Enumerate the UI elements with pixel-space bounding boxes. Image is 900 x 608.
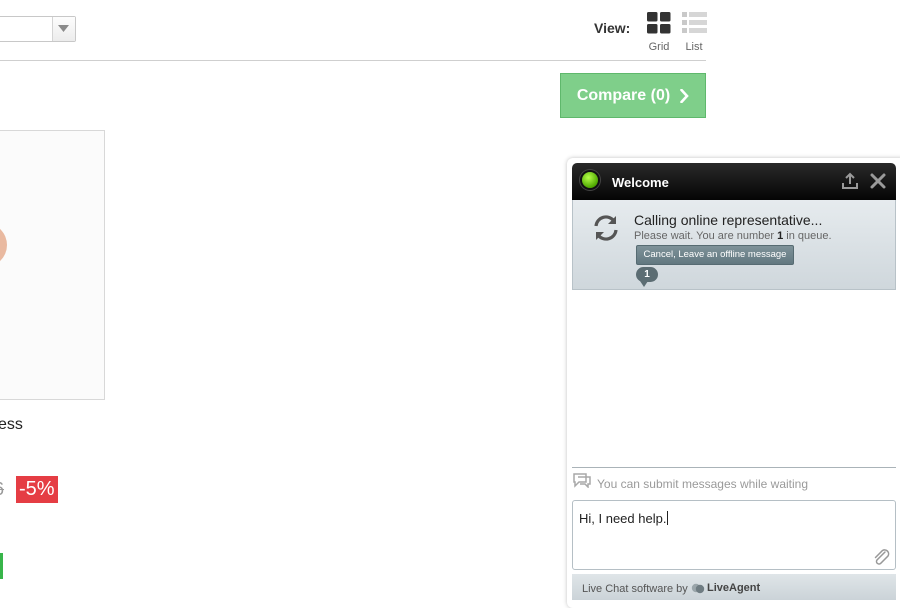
- text-caret: [667, 511, 669, 525]
- chat-message-value: Hi, I need help.: [579, 511, 667, 526]
- footer-text: Live Chat software by: [582, 583, 688, 595]
- grid-view-button[interactable]: Grid: [642, 12, 676, 53]
- chat-message-input[interactable]: Hi, I need help.: [572, 500, 896, 570]
- product-photo: [0, 223, 7, 267]
- sort-select[interactable]: [0, 16, 76, 42]
- queue-position-text: Please wait. You are number 1 in queue.: [634, 230, 832, 242]
- brand-name: LiveAgent: [707, 582, 761, 594]
- paperclip-icon[interactable]: [873, 549, 891, 567]
- queue-status-panel: Calling online representative... Please …: [572, 200, 896, 290]
- liveagent-brand[interactable]: LiveAgent: [691, 582, 760, 594]
- list-view-label: List: [685, 41, 703, 53]
- cancel-offline-message-button[interactable]: Cancel, Leave an offline message: [636, 245, 794, 265]
- message-count-badge: 1: [636, 267, 658, 287]
- compare-button[interactable]: Compare (0): [560, 73, 706, 118]
- chat-divider: [572, 467, 896, 468]
- chat-title: Welcome: [612, 175, 669, 190]
- grid-view-label: Grid: [648, 41, 670, 53]
- waiting-hint-text: You can submit messages while waiting: [597, 477, 809, 491]
- chat-header: Welcome: [572, 163, 896, 200]
- chat-footer: Live Chat software by LiveAgent: [572, 574, 896, 600]
- refresh-icon: [594, 215, 618, 241]
- compare-label: Compare (0): [576, 86, 671, 104]
- chevron-down-icon[interactable]: [52, 17, 75, 41]
- list-icon: [681, 12, 707, 33]
- discount-badge: -5%: [16, 476, 58, 503]
- online-status-icon: [582, 172, 598, 188]
- list-view-button[interactable]: List: [677, 12, 711, 53]
- toolbar-divider: [0, 60, 706, 61]
- liveagent-logo-icon: [691, 583, 705, 593]
- product-image[interactable]: [0, 130, 105, 400]
- close-icon[interactable]: [869, 172, 887, 190]
- chevron-right-icon: [680, 88, 689, 103]
- product-name[interactable]: ess: [0, 416, 23, 434]
- view-label: View:: [594, 20, 631, 36]
- add-to-cart-button[interactable]: [0, 553, 3, 579]
- grid-icon: [647, 12, 671, 34]
- speech-bubble-icon: [573, 473, 591, 488]
- popout-icon[interactable]: [841, 172, 859, 190]
- old-price: 6: [0, 479, 4, 500]
- calling-status-text: Calling online representative...: [634, 212, 823, 228]
